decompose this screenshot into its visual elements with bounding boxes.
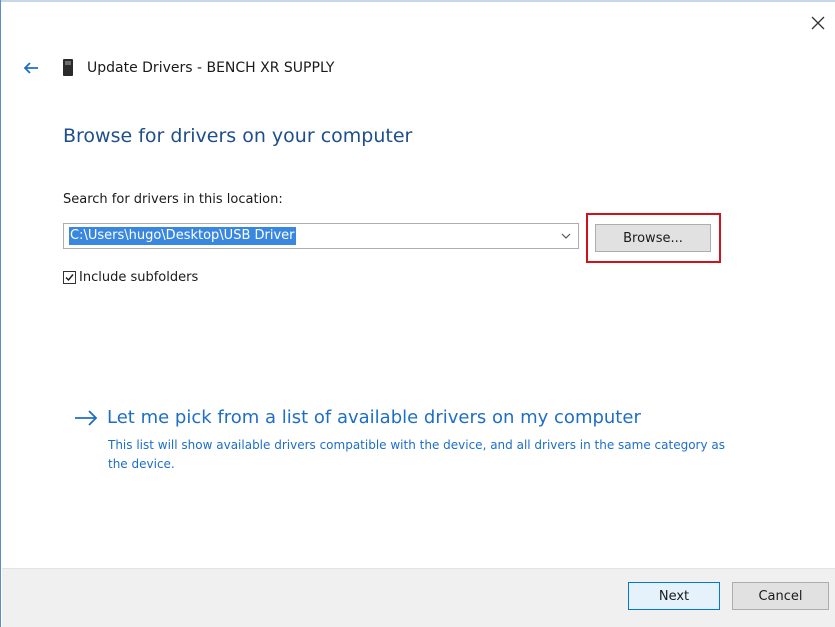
close-icon: [811, 16, 825, 30]
checkmark-icon: [65, 273, 74, 281]
chevron-down-icon[interactable]: [559, 229, 573, 243]
driver-path-combobox[interactable]: C:\Users\hugo\Desktop\USB Driver: [63, 223, 579, 249]
pick-from-list-description: This list will show available drivers co…: [108, 438, 725, 471]
arrow-right-icon: [75, 410, 98, 426]
close-button[interactable]: [807, 12, 829, 34]
usb-device-icon: [63, 59, 73, 76]
include-subfolders-label: Include subfolders: [79, 269, 199, 285]
search-location-label: Search for drivers in this location:: [63, 192, 283, 207]
back-button[interactable]: [21, 58, 41, 78]
next-button[interactable]: Next: [628, 582, 720, 610]
update-drivers-dialog: Update Drivers - BENCH XR SUPPLY Browse …: [0, 0, 835, 627]
page-heading: Browse for drivers on your computer: [63, 125, 413, 147]
window-title: Update Drivers - BENCH XR SUPPLY: [87, 60, 335, 76]
window-top-border: [1, 0, 835, 2]
driver-path-value[interactable]: C:\Users\hugo\Desktop\USB Driver: [69, 227, 296, 245]
back-arrow-icon: [23, 62, 38, 74]
pick-from-list-title[interactable]: Let me pick from a list of available dri…: [107, 405, 641, 431]
include-subfolders-option[interactable]: Include subfolders: [63, 267, 198, 287]
include-subfolders-checkbox[interactable]: [63, 270, 76, 284]
cancel-button[interactable]: Cancel: [732, 582, 829, 610]
browse-button[interactable]: Browse...: [595, 224, 711, 252]
pick-from-list-link[interactable]: Let me pick from a list of available dri…: [73, 405, 641, 431]
